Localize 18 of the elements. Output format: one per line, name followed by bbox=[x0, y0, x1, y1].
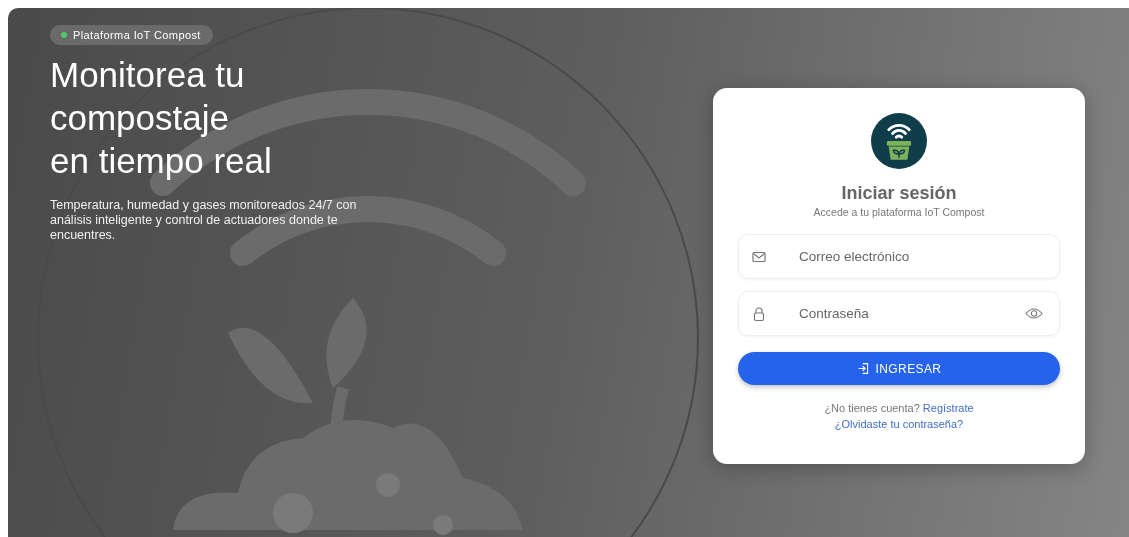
lock-icon bbox=[751, 305, 767, 322]
password-field[interactable]: Contraseña bbox=[738, 291, 1060, 336]
password-input[interactable]: Contraseña bbox=[797, 305, 1025, 322]
email-field[interactable]: Correo electrónico bbox=[738, 234, 1060, 279]
signup-link[interactable]: Regístrate bbox=[922, 402, 974, 414]
hero-description: Temperatura, humedad y gases monitoreados 24/7 con análisis inteligente y control de actuadores donde te encuentres. bbox=[50, 198, 358, 243]
status-dot bbox=[61, 32, 67, 38]
forgot-password-link[interactable]: ¿Olvidaste tu contraseña? bbox=[834, 418, 964, 430]
show-password-icon[interactable] bbox=[1025, 307, 1043, 320]
login-subtitle: Accede a tu plataforma IoT Compost bbox=[813, 206, 985, 218]
login-title: Iniciar sesión bbox=[841, 183, 957, 204]
signup-prompt: ¿No tienes cuenta? bbox=[824, 402, 920, 414]
login-icon bbox=[856, 362, 870, 375]
hero-heading: Monitorea tu compostaje en tiempo real bbox=[50, 54, 273, 182]
logo-icon bbox=[871, 113, 927, 169]
login-button[interactable]: INGRESAR bbox=[738, 352, 1060, 385]
badge-label: Plataforma IoT Compost bbox=[73, 29, 201, 41]
email-input[interactable]: Correo electrónico bbox=[797, 248, 1043, 265]
